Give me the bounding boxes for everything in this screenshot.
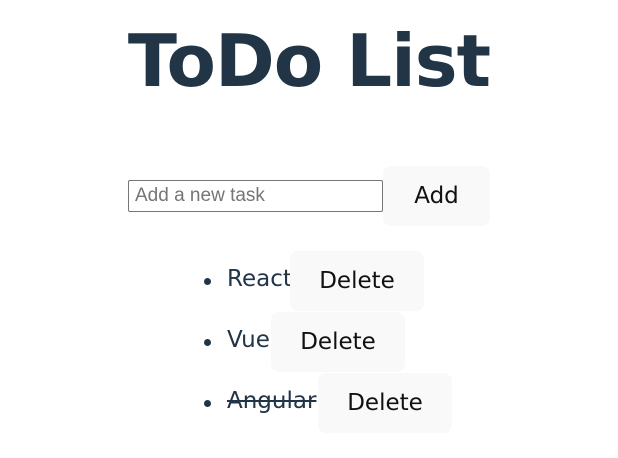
bullet-icon — [204, 400, 211, 407]
add-task-form: Add — [128, 166, 490, 226]
delete-button[interactable]: Delete — [290, 251, 424, 311]
task-list: React Delete Vue Delete Angular Delete — [0, 251, 618, 434]
bullet-icon — [204, 278, 211, 285]
delete-button[interactable]: Delete — [271, 312, 405, 372]
task-text[interactable]: Vue — [227, 327, 270, 353]
delete-button[interactable]: Delete — [318, 373, 452, 433]
task-item: Vue Delete — [0, 312, 618, 372]
add-button[interactable]: Add — [383, 166, 490, 226]
page-title: ToDo List — [127, 19, 491, 103]
task-item: React Delete — [0, 251, 618, 311]
task-text[interactable]: Angular — [227, 388, 316, 414]
task-text[interactable]: React — [227, 266, 292, 292]
todo-app: ToDo List Add React Delete Vue Delete An… — [0, 0, 618, 458]
task-item: Angular Delete — [0, 373, 618, 433]
new-task-input[interactable] — [128, 180, 383, 212]
bullet-icon — [204, 339, 211, 346]
